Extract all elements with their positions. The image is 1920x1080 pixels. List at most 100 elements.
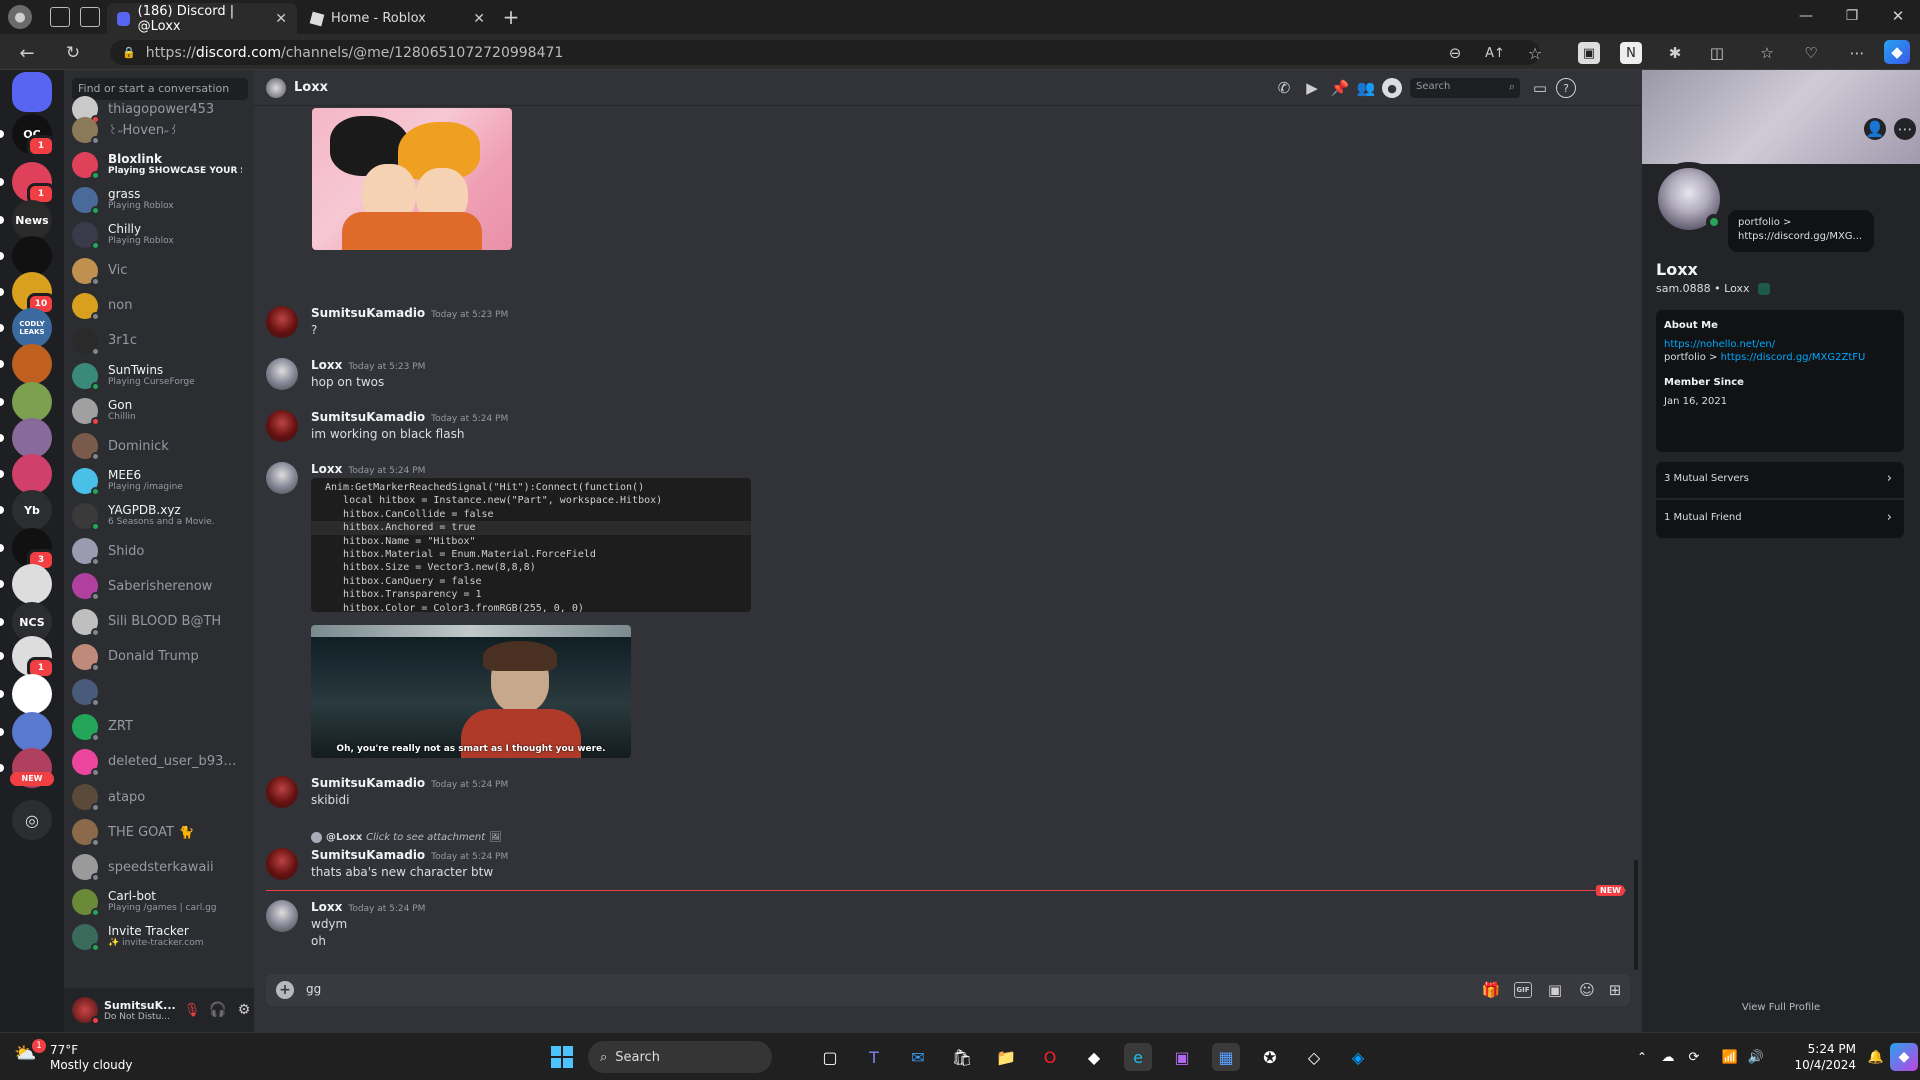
opera-icon[interactable]: O	[1036, 1043, 1064, 1071]
video-call-icon[interactable]: ▶	[1302, 78, 1322, 98]
volume-icon[interactable]: 🔊	[1742, 1043, 1770, 1071]
dm-item[interactable]: Chilly Playing Roblox	[72, 218, 248, 252]
dm-item[interactable]: Invite Tracker ✨ invite-tracker.com	[72, 920, 248, 954]
server-icon[interactable]	[12, 344, 52, 384]
wifi-icon[interactable]: 📶	[1716, 1043, 1744, 1071]
windows-start-icon[interactable]	[548, 1043, 576, 1071]
read-aloud-icon[interactable]: A↑	[1484, 42, 1506, 64]
dm-item[interactable]: Shido	[72, 534, 248, 568]
tab-roblox[interactable]: Home - Roblox ✕	[301, 3, 495, 34]
settings-gear-icon[interactable]: ⚙	[234, 1002, 254, 1018]
sticker-icon[interactable]: ▣	[1546, 981, 1564, 999]
minimize-icon[interactable]: —	[1796, 6, 1816, 26]
more-options-icon[interactable]: ⋯	[1846, 42, 1868, 64]
dm-item[interactable]	[72, 675, 248, 709]
dm-item[interactable]: ꒰˶Hoven˶꒱	[72, 113, 248, 147]
close-icon[interactable]: ✕	[275, 11, 287, 27]
gift-icon[interactable]: 🎁	[1482, 981, 1501, 999]
tab-actions-icon[interactable]	[80, 7, 100, 27]
dm-item[interactable]: SunTwins Playing CurseForge	[72, 359, 248, 393]
dm-item[interactable]: ZRT	[72, 710, 248, 744]
show-hidden-icons[interactable]: ⌃	[1628, 1043, 1656, 1071]
dm-item[interactable]: speedsterkawaii	[72, 850, 248, 884]
server-icon[interactable]: 3	[12, 528, 55, 571]
tab-discord[interactable]: (186) Discord | @Loxx ✕	[107, 3, 297, 34]
about-link[interactable]: https://discord.gg/MXG2ZtFU	[1721, 352, 1866, 363]
browser-essentials-icon[interactable]: ♡	[1800, 42, 1822, 64]
attach-plus-icon[interactable]: +	[276, 981, 294, 999]
new-servers-badge[interactable]: NEW	[10, 772, 54, 786]
new-tab-icon[interactable]: +	[500, 5, 522, 29]
app-icon[interactable]: ▣	[1168, 1043, 1196, 1071]
app-icon[interactable]: ▦	[1212, 1043, 1240, 1071]
roblox-studio-icon[interactable]: ◇	[1300, 1043, 1328, 1071]
dm-item[interactable]: Saberisherenow	[72, 569, 248, 603]
server-icon[interactable]: 1	[12, 162, 55, 205]
discover-icon[interactable]: ◎	[12, 800, 52, 840]
app-icon[interactable]: ◈	[1344, 1043, 1372, 1071]
user-info[interactable]: SumitsuK... Do Not Distu...	[104, 999, 176, 1022]
profile-icon[interactable]: ●	[8, 5, 32, 29]
task-view-icon[interactable]: ▢	[816, 1043, 844, 1071]
server-icon[interactable]	[12, 564, 52, 604]
app-icon[interactable]: ✪	[1256, 1043, 1284, 1071]
emoji-icon[interactable]: ☺	[1578, 981, 1596, 999]
dm-item[interactable]: BloxlinkPlaying SHOWCASE YOUR SE...	[72, 148, 248, 182]
dm-item[interactable]: MEE6 Playing /imagine	[72, 464, 248, 498]
author-name[interactable]: SumitsuKamadio	[311, 776, 425, 790]
server-icon[interactable]: Yb	[12, 490, 52, 530]
copilot-icon[interactable]: ◆	[1890, 1043, 1918, 1071]
mute-icon[interactable]: 🎙	[182, 1003, 202, 1018]
dm-item[interactable]: non	[72, 289, 248, 323]
reply-author[interactable]: @Loxx	[326, 832, 362, 843]
dm-item[interactable]: YAGPDB.xyz 6 Seasons and a Movie.	[72, 499, 248, 533]
avatar[interactable]	[266, 358, 298, 390]
chat-scrollbar[interactable]	[1634, 860, 1638, 970]
avatar[interactable]	[266, 306, 298, 338]
teams-icon[interactable]: T	[860, 1043, 888, 1071]
pin-icon[interactable]: 📌	[1330, 78, 1350, 98]
view-full-profile-link[interactable]: View Full Profile	[1642, 1002, 1920, 1013]
onedrive-icon[interactable]: ☁	[1654, 1043, 1682, 1071]
avatar[interactable]	[266, 848, 298, 880]
add-friend-icon[interactable]: 👤	[1864, 118, 1886, 140]
server-icon[interactable]	[12, 236, 52, 276]
favorites-icon[interactable]: ☆	[1756, 42, 1778, 64]
avatar[interactable]	[266, 410, 298, 442]
extensions-puzzle-icon[interactable]: ✱	[1664, 42, 1686, 64]
dm-item[interactable]: Gon Chillin	[72, 394, 248, 428]
clock[interactable]: 5:24 PM 10/4/2024	[1770, 1041, 1856, 1073]
more-icon[interactable]: ⋯	[1894, 118, 1916, 140]
help-icon[interactable]: ?	[1556, 78, 1576, 98]
user-profile-toggle-icon[interactable]: ●	[1382, 78, 1402, 98]
message-input[interactable]: gg	[306, 982, 1406, 998]
close-icon[interactable]: ✕	[473, 11, 485, 27]
extension-icon[interactable]: ▣	[1578, 42, 1600, 64]
close-window-icon[interactable]: ✕	[1888, 6, 1908, 26]
dm-item[interactable]: Carl-bot Playing /games | carl.gg	[72, 885, 248, 919]
zoom-icon[interactable]: ⊖	[1444, 42, 1466, 64]
dm-item[interactable]: grass Playing Roblox	[72, 183, 248, 217]
reply-preview[interactable]: @Loxx Click to see attachment 🖼	[311, 830, 502, 844]
extension-icon[interactable]: N	[1620, 42, 1642, 64]
server-icon[interactable]	[12, 72, 52, 112]
avatar[interactable]	[72, 997, 100, 1025]
image-attachment[interactable]	[312, 108, 512, 250]
dm-item[interactable]: atapo	[72, 780, 248, 814]
restore-icon[interactable]: ❐	[1842, 6, 1862, 26]
author-name[interactable]: SumitsuKamadio	[311, 410, 425, 424]
dm-item[interactable]: Sili BLOOD B@TH	[72, 605, 248, 639]
dm-item[interactable]: Dominick	[72, 429, 248, 463]
dm-item[interactable]: deleted_user_b93c97...	[72, 745, 248, 779]
server-icon[interactable]: 10	[12, 272, 55, 315]
edge-icon[interactable]: e	[1124, 1043, 1152, 1071]
workspaces-icon[interactable]	[50, 7, 70, 27]
server-icon[interactable]	[12, 674, 52, 714]
server-icon[interactable]: 1	[12, 636, 55, 679]
dm-item[interactable]: THE GOAT 🐈	[72, 815, 248, 849]
server-icon[interactable]: CODLY LEAKS	[12, 308, 52, 348]
author-name[interactable]: Loxx	[311, 900, 342, 914]
store-icon[interactable]: 🛍	[948, 1043, 976, 1071]
dm-item[interactable]: Donald Trump	[72, 640, 248, 674]
avatar[interactable]	[266, 462, 298, 494]
